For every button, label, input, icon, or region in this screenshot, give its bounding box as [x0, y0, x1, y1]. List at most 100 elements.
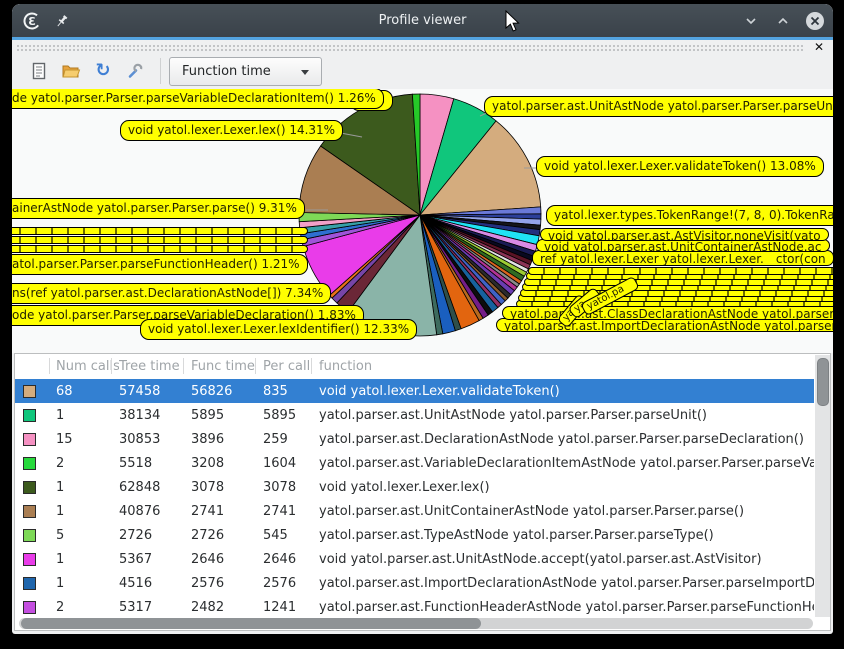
- chart-mode-value: Function time: [182, 64, 271, 79]
- table-row[interactable]: 1451625762576yatol.parser.ast.ImportDecl…: [15, 571, 814, 595]
- dock-close-icon[interactable]: ✕: [811, 39, 827, 55]
- cell-num: 2: [56, 456, 119, 471]
- cell-func: 2646: [191, 552, 263, 567]
- dock-grip[interactable]: [16, 44, 805, 52]
- horizontal-scrollbar[interactable]: [19, 618, 813, 629]
- table-row[interactable]: 16284830783078void yatol.lexer.Lexer.lex…: [15, 475, 814, 499]
- svg-text:Ɛ: Ɛ: [28, 15, 36, 28]
- horizontal-scrollbar-thumb[interactable]: [21, 618, 481, 629]
- pie-callout-strip: [12, 227, 308, 235]
- pie-callout: yatol.parser.ast.ClassDeclarationAstNode…: [502, 306, 833, 320]
- minimize-icon[interactable]: [741, 11, 761, 31]
- maximize-icon[interactable]: [773, 11, 793, 31]
- table-row[interactable]: 1536726462646void yatol.parser.ast.UnitA…: [15, 547, 814, 571]
- row-color-swatch: [23, 433, 36, 446]
- cell-per: 2646: [263, 552, 319, 567]
- column-header[interactable]: Tree time: [119, 359, 191, 374]
- table-row[interactable]: 2551832081604yatol.parser.ast.VariableDe…: [15, 451, 814, 475]
- pie-callout-strip: [12, 245, 308, 253]
- toolbar-separator: [160, 58, 161, 84]
- column-header[interactable]: Func time: [191, 359, 263, 374]
- close-icon[interactable]: [805, 11, 825, 31]
- cell-per: 835: [263, 384, 319, 399]
- table-row[interactable]: 2531724821241yatol.parser.ast.FunctionHe…: [15, 595, 814, 619]
- cell-num: 1: [56, 576, 119, 591]
- cell-fn: yatol.parser.ast.UnitContainerAstNode ya…: [319, 504, 814, 519]
- pie-callout: ns(ref yatol.parser.ast.DeclarationAstNo…: [12, 283, 331, 304]
- cell-tree: 40876: [119, 504, 191, 519]
- cell-per: 3078: [263, 480, 319, 495]
- cell-func: 2741: [191, 504, 263, 519]
- table-rows: 685745856826835void yatol.lexer.Lexer.va…: [15, 379, 814, 619]
- cell-per: 2576: [263, 576, 319, 591]
- row-color-swatch: [23, 385, 36, 398]
- cell-func: 3896: [191, 432, 263, 447]
- cell-fn: yatol.parser.ast.UnitAstNode yatol.parse…: [319, 408, 814, 423]
- cell-num: 1: [56, 408, 119, 423]
- column-header[interactable]: function: [319, 359, 830, 374]
- cell-tree: 5367: [119, 552, 191, 567]
- report-icon[interactable]: [26, 58, 52, 84]
- cell-func: 2576: [191, 576, 263, 591]
- pin-icon[interactable]: [52, 11, 72, 31]
- table-row[interactable]: 14087627412741yatol.parser.ast.UnitConta…: [15, 499, 814, 523]
- row-color-swatch: [23, 553, 36, 566]
- cell-num: 68: [56, 384, 119, 399]
- pie-callout: void yatol.lexer.Lexer.lexIdentifier() 1…: [140, 319, 417, 340]
- window-title: Profile viewer: [12, 13, 833, 28]
- cell-fn: yatol.parser.ast.ImportDeclarationAstNod…: [319, 576, 814, 591]
- cell-per: 2741: [263, 504, 319, 519]
- cell-fn: yatol.parser.ast.DeclarationAstNode yato…: [319, 432, 814, 447]
- toolbar: ↻ Function time: [12, 54, 833, 88]
- row-color-swatch: [23, 457, 36, 470]
- cell-func: 5895: [191, 408, 263, 423]
- titlebar-accent-line: [12, 37, 833, 40]
- pie-callout-strip: [528, 267, 833, 275]
- profile-viewer-window: Ɛ Profile viewer: [12, 4, 833, 634]
- chart-mode-select[interactable]: Function time: [169, 57, 322, 86]
- table-header: Num callsTree timeFunc timePer callfunct…: [15, 354, 830, 378]
- cell-func: 56826: [191, 384, 263, 399]
- cell-num: 1: [56, 480, 119, 495]
- cell-fn: yatol.parser.ast.TypeAstNode yatol.parse…: [319, 528, 814, 543]
- cell-tree: 2726: [119, 528, 191, 543]
- pie-callout: yatol.parser.ast.UnitAstNode yatol.parse…: [484, 96, 833, 117]
- table-row[interactable]: 15308533896259yatol.parser.ast.Declarati…: [15, 427, 814, 451]
- wrench-icon[interactable]: [122, 58, 148, 84]
- cell-tree: 5317: [119, 600, 191, 615]
- cell-fn: yatol.parser.ast.FunctionHeaderAstNode y…: [319, 600, 814, 615]
- cell-num: 1: [56, 504, 119, 519]
- row-color-swatch: [23, 409, 36, 422]
- pie-callout-strip: [12, 236, 308, 244]
- table-row[interactable]: 685745856826835void yatol.lexer.Lexer.va…: [15, 379, 814, 403]
- cell-per: 1241: [263, 600, 319, 615]
- row-color-swatch: [23, 601, 36, 614]
- row-color-swatch: [23, 505, 36, 518]
- profile-table: Num callsTree timeFunc timePer callfunct…: [14, 353, 831, 631]
- cell-func: 3208: [191, 456, 263, 471]
- titlebar[interactable]: Ɛ Profile viewer: [12, 4, 833, 37]
- table-row[interactable]: 13813458955895yatol.parser.ast.UnitAstNo…: [15, 403, 814, 427]
- pie-callout: void yatol.lexer.Lexer.lex() 14.31%: [120, 120, 343, 141]
- vertical-scrollbar-thumb[interactable]: [817, 358, 829, 406]
- cell-func: 3078: [191, 480, 263, 495]
- column-header[interactable]: Num calls: [56, 359, 119, 374]
- vertical-scrollbar[interactable]: [815, 355, 830, 617]
- chevron-down-icon: [301, 70, 309, 75]
- cell-tree: 5518: [119, 456, 191, 471]
- cell-fn: void yatol.lexer.Lexer.lex(): [319, 480, 814, 495]
- refresh-icon[interactable]: ↻: [90, 58, 116, 84]
- cell-per: 1604: [263, 456, 319, 471]
- table-row[interactable]: 527262726545yatol.parser.ast.TypeAstNode…: [15, 523, 814, 547]
- cell-func: 2726: [191, 528, 263, 543]
- open-folder-icon[interactable]: [58, 58, 84, 84]
- app-logo-icon[interactable]: Ɛ: [22, 11, 42, 31]
- pie-callout: ainerAstNode yatol.parser.Parser.parse()…: [12, 198, 305, 219]
- cell-fn: yatol.parser.ast.VariableDeclarationItem…: [319, 456, 814, 471]
- row-color-swatch: [23, 577, 36, 590]
- cell-fn: void yatol.lexer.Lexer.validateToken(): [319, 384, 814, 399]
- dock-header[interactable]: ✕: [14, 42, 831, 54]
- callouts: yatol.parser.ast.ImportDeclarationAstNod…: [12, 89, 833, 353]
- pie-callout: ref yatol.lexer.Lexer yatol.lexer.Lexer.…: [532, 250, 833, 266]
- cell-per: 259: [263, 432, 319, 447]
